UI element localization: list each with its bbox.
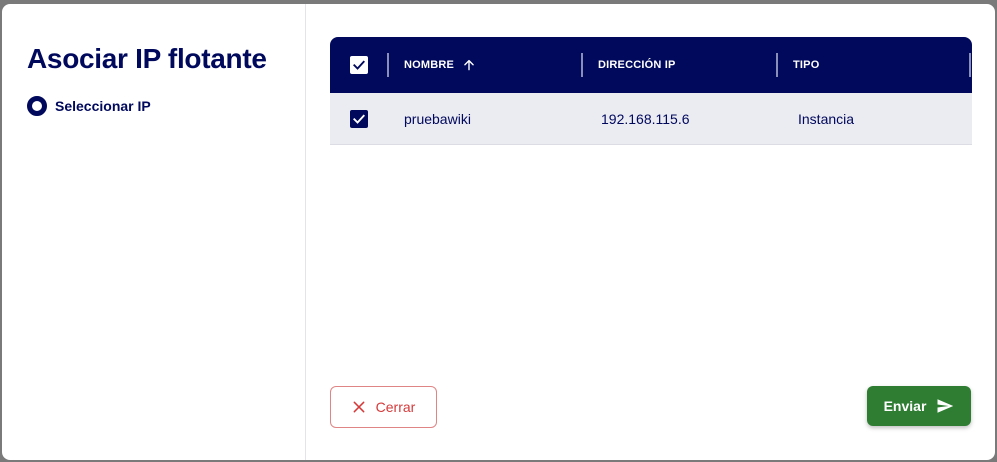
column-header-label: TIPO xyxy=(793,59,820,71)
send-icon xyxy=(937,399,954,413)
submit-button[interactable]: Enviar xyxy=(867,386,971,426)
step-label: Seleccionar IP xyxy=(55,98,151,114)
row-select-cell xyxy=(350,93,368,145)
check-icon xyxy=(353,60,365,70)
select-all-cell xyxy=(350,37,368,93)
column-divider xyxy=(969,53,971,77)
submit-button-label: Enviar xyxy=(883,398,927,414)
table-row[interactable]: pruebawiki 192.168.115.6 Instancia xyxy=(330,93,972,145)
wizard-sidebar: Asociar IP flotante Seleccionar IP xyxy=(2,4,306,460)
table-header: NOMBRE DIRECCIÓN IP TIPO xyxy=(330,37,972,93)
column-header-direccion-ip[interactable]: DIRECCIÓN IP xyxy=(598,37,676,93)
close-button[interactable]: Cerrar xyxy=(330,386,437,428)
dialog-title: Asociar IP flotante xyxy=(27,43,267,74)
radio-step-icon xyxy=(27,96,47,116)
column-header-nombre[interactable]: NOMBRE xyxy=(404,37,476,93)
row-checkbox[interactable] xyxy=(350,110,368,128)
x-icon xyxy=(353,401,365,413)
column-header-label: NOMBRE xyxy=(404,59,455,71)
cell-tipo: Instancia xyxy=(798,111,855,127)
select-all-checkbox[interactable] xyxy=(350,56,368,74)
column-divider xyxy=(581,53,583,77)
wizard-step-select-ip: Seleccionar IP xyxy=(27,96,305,116)
column-header-tipo[interactable]: TIPO xyxy=(793,37,819,93)
wizard-content: NOMBRE DIRECCIÓN IP TIPO pruebawiki 192.… xyxy=(306,4,995,460)
close-button-label: Cerrar xyxy=(375,399,416,415)
associate-floating-ip-dialog: Asociar IP flotante Seleccionar IP NOMBR… xyxy=(2,4,995,460)
column-divider xyxy=(387,53,389,77)
cell-direccion-ip: 192.168.115.6 xyxy=(601,111,690,127)
arrow-up-icon[interactable] xyxy=(462,58,476,72)
cell-nombre: pruebawiki xyxy=(404,111,471,127)
column-divider xyxy=(776,53,778,77)
ip-table: NOMBRE DIRECCIÓN IP TIPO pruebawiki 192.… xyxy=(330,37,972,145)
check-icon xyxy=(353,114,365,124)
column-header-label: DIRECCIÓN IP xyxy=(598,59,676,71)
